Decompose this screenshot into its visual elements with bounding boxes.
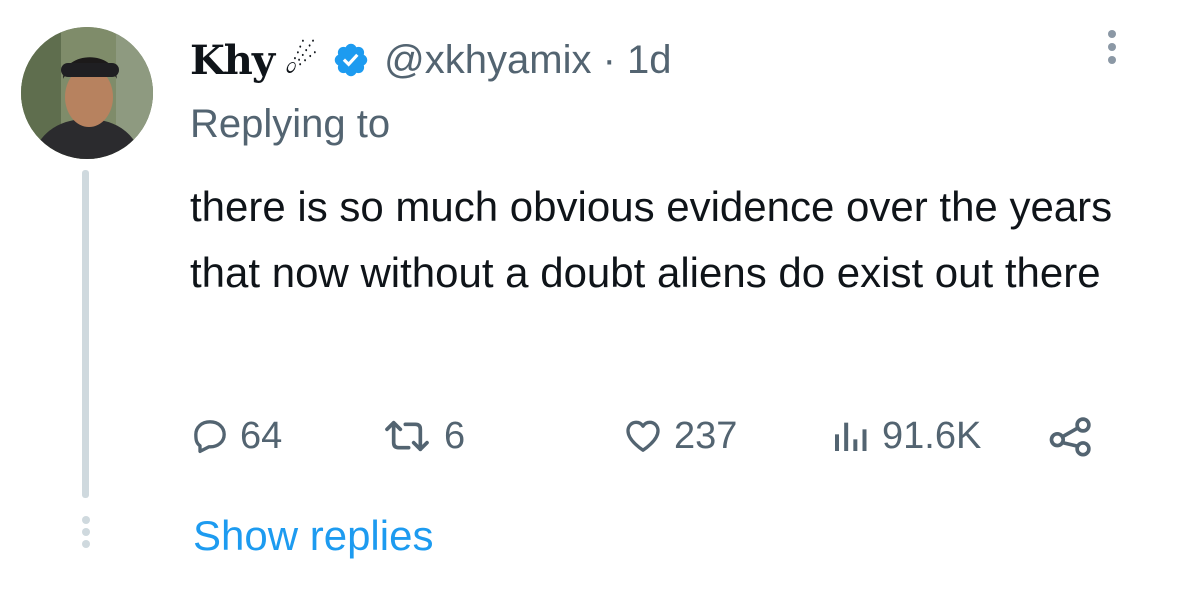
repost-icon: [385, 420, 429, 452]
share-button[interactable]: [1048, 408, 1096, 464]
repost-button[interactable]: 6: [380, 408, 465, 464]
repost-count: 6: [444, 414, 466, 457]
reply-button[interactable]: 64: [190, 408, 282, 464]
tweet-header: Khy ☄ @xkhyamix · 1d: [190, 32, 672, 88]
reply-icon: [194, 420, 226, 453]
tweet-text: there is so much obvious evidence over t…: [190, 183, 1113, 296]
verified-badge-icon[interactable]: [332, 41, 370, 79]
share-icon: [1049, 417, 1091, 457]
action-bar: 64 6 237 91.6K: [190, 408, 1110, 464]
replying-to-label: Replying to: [190, 102, 391, 146]
show-replies-link[interactable]: Show replies: [193, 512, 433, 560]
display-name[interactable]: Khy: [190, 37, 275, 84]
like-button[interactable]: 237: [622, 408, 737, 464]
comet-emoji: ☄: [284, 38, 319, 82]
avatar[interactable]: [21, 27, 153, 159]
views-icon: [835, 422, 867, 451]
thread-line: [82, 170, 89, 498]
handle-and-time[interactable]: @xkhyamix · 1d: [384, 38, 671, 83]
avatar-image: [21, 27, 153, 159]
like-icon: [626, 420, 660, 452]
view-count: 91.6K: [882, 414, 982, 457]
more-options-icon[interactable]: [1104, 30, 1120, 72]
views-button[interactable]: 91.6K: [828, 408, 981, 464]
like-count: 237: [674, 414, 738, 457]
reply-count: 64: [240, 414, 283, 457]
thread-continuation-dots: [80, 516, 91, 556]
